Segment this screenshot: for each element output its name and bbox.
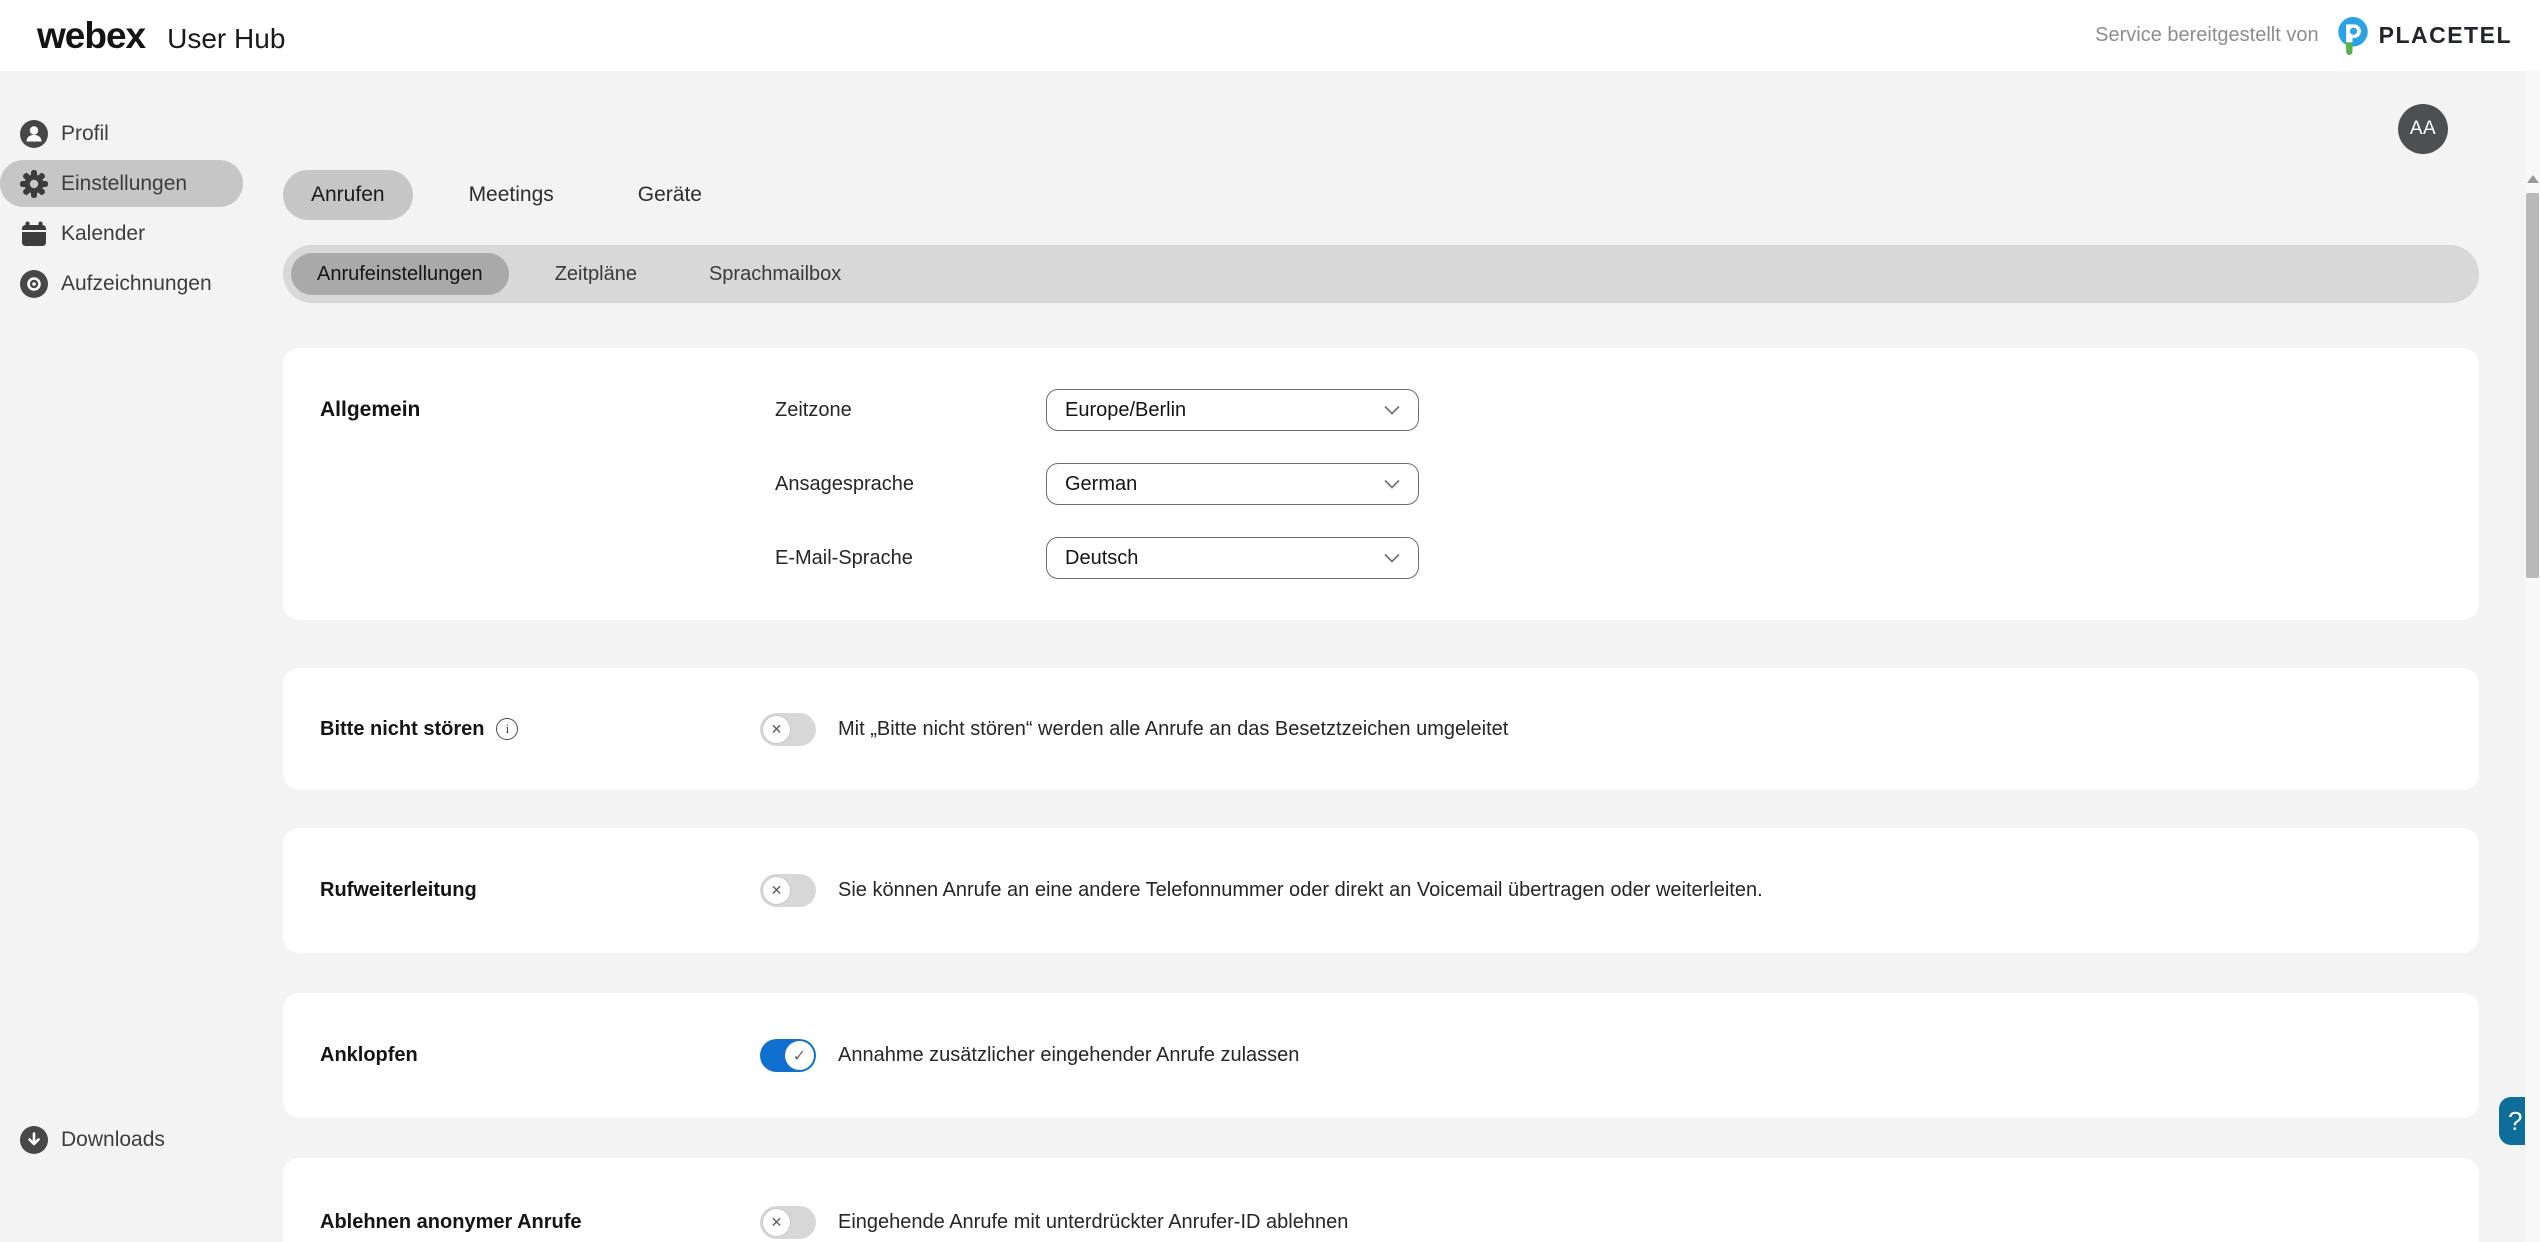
field-row-email-sprache: E-Mail-Sprache Deutsch <box>283 537 2479 579</box>
field-row-zeitzone: Zeitzone Europe/Berlin <box>283 389 2479 431</box>
toggle-knob: ✓ <box>785 1041 814 1070</box>
field-label: E-Mail-Sprache <box>775 537 913 579</box>
sidebar: Profil Einstellungen <box>0 110 243 310</box>
card-ablehnen-anonymer-anrufe: Ablehnen anonymer Anrufe ✕ Eingehende An… <box>283 1158 2479 1242</box>
sidebar-item-label: Downloads <box>61 1128 165 1152</box>
toggle-description: Eingehende Anrufe mit unterdrückter Anru… <box>838 1211 1348 1234</box>
top-bar: webex User Hub Service bereitgestellt vo… <box>0 0 2540 71</box>
scroll-up-arrow-icon[interactable] <box>2527 175 2539 183</box>
sidebar-item-downloads[interactable]: Downloads <box>0 1116 243 1163</box>
toggle-card-label: Anklopfen <box>320 1044 760 1067</box>
webex-logo[interactable]: webex User Hub <box>37 15 285 57</box>
dropdown-value: German <box>1065 473 1137 496</box>
tab-meetings[interactable]: Meetings <box>441 170 582 220</box>
toggle-description: Sie können Anrufe an eine andere Telefon… <box>838 879 1763 902</box>
field-label: Zeitzone <box>775 389 852 431</box>
label-text: Rufweiterleitung <box>320 879 477 902</box>
sidebar-item-einstellungen[interactable]: Einstellungen <box>0 160 243 207</box>
calendar-icon <box>19 219 49 249</box>
subtab-bar: Anrufeinstellungen Zeitpläne Sprachmailb… <box>283 245 2479 303</box>
sidebar-item-profil[interactable]: Profil <box>0 110 243 157</box>
ansagesprache-dropdown[interactable]: German <box>1046 463 1419 505</box>
field-label: Ansagesprache <box>775 463 914 505</box>
placetel-logo: PLACETEL <box>2335 16 2512 56</box>
sidebar-item-label: Kalender <box>61 222 145 246</box>
scrollbar <box>2525 71 2540 1242</box>
service-provided-by-label: Service bereitgestellt von <box>2095 24 2318 47</box>
webex-wordmark: webex <box>37 15 145 57</box>
sidebar-item-label: Aufzeichnungen <box>61 272 212 296</box>
subtab-sprachmailbox[interactable]: Sprachmailbox <box>683 253 867 295</box>
subtab-anrufeinstellungen[interactable]: Anrufeinstellungen <box>291 253 509 295</box>
call-waiting-toggle[interactable]: ✓ <box>760 1039 816 1072</box>
label-text: Bitte nicht stören <box>320 718 484 741</box>
sidebar-item-label: Profil <box>61 122 109 146</box>
chevron-down-icon <box>1384 553 1400 563</box>
toggle-knob: ✕ <box>762 876 791 905</box>
tab-geraete[interactable]: Geräte <box>610 170 730 220</box>
settings-tabs: Anrufen Meetings Geräte <box>283 170 758 220</box>
label-text: Ablehnen anonymer Anrufe <box>320 1211 582 1234</box>
service-branding: Service bereitgestellt von PLACETEL <box>2095 16 2512 56</box>
toggle-description: Mit „Bitte nicht stören“ werden alle Anr… <box>838 718 1508 741</box>
card-allgemein: Allgemein Zeitzone Europe/Berlin Ansages… <box>283 348 2479 620</box>
dnd-toggle[interactable]: ✕ <box>760 713 816 746</box>
toggle-card-label: Rufweiterleitung <box>320 879 760 902</box>
sidebar-item-aufzeichnungen[interactable]: Aufzeichnungen <box>0 260 243 307</box>
dropdown-value: Deutsch <box>1065 547 1138 570</box>
download-icon <box>19 1125 49 1155</box>
zeitzone-dropdown[interactable]: Europe/Berlin <box>1046 389 1419 431</box>
card-anklopfen: Anklopfen ✓ Annahme zusätzlicher eingehe… <box>283 993 2479 1118</box>
dropdown-value: Europe/Berlin <box>1065 399 1186 422</box>
sidebar-item-label: Einstellungen <box>61 172 187 196</box>
tab-anrufen[interactable]: Anrufen <box>283 170 413 220</box>
field-row-ansagesprache: Ansagesprache German <box>283 463 2479 505</box>
email-sprache-dropdown[interactable]: Deutsch <box>1046 537 1419 579</box>
reject-anonymous-toggle[interactable]: ✕ <box>760 1206 816 1239</box>
product-name: User Hub <box>167 23 285 55</box>
placetel-icon <box>2335 16 2371 56</box>
label-text: Anklopfen <box>320 1044 418 1067</box>
info-icon[interactable]: i <box>496 718 518 740</box>
toggle-description: Annahme zusätzlicher eingehender Anrufe … <box>838 1044 1299 1067</box>
card-bitte-nicht-stoeren: Bitte nicht stören i ✕ Mit „Bitte nicht … <box>283 668 2479 790</box>
toggle-knob: ✕ <box>762 1208 791 1237</box>
toggle-knob: ✕ <box>762 715 791 744</box>
avatar[interactable]: AA <box>2398 104 2448 154</box>
profile-icon <box>19 119 49 149</box>
card-rufweiterleitung: Rufweiterleitung ✕ Sie können Anrufe an … <box>283 828 2479 953</box>
sidebar-item-kalender[interactable]: Kalender <box>0 210 243 257</box>
subtab-zeitplaene[interactable]: Zeitpläne <box>529 253 663 295</box>
scrollbar-thumb[interactable] <box>2526 193 2539 578</box>
placetel-wordmark: PLACETEL <box>2379 22 2512 49</box>
recordings-icon <box>19 269 49 299</box>
chevron-down-icon <box>1384 479 1400 489</box>
gear-icon <box>19 169 49 199</box>
call-forwarding-toggle[interactable]: ✕ <box>760 874 816 907</box>
toggle-card-label: Ablehnen anonymer Anrufe <box>320 1211 760 1234</box>
toggle-card-label: Bitte nicht stören i <box>320 718 760 741</box>
chevron-down-icon <box>1384 405 1400 415</box>
